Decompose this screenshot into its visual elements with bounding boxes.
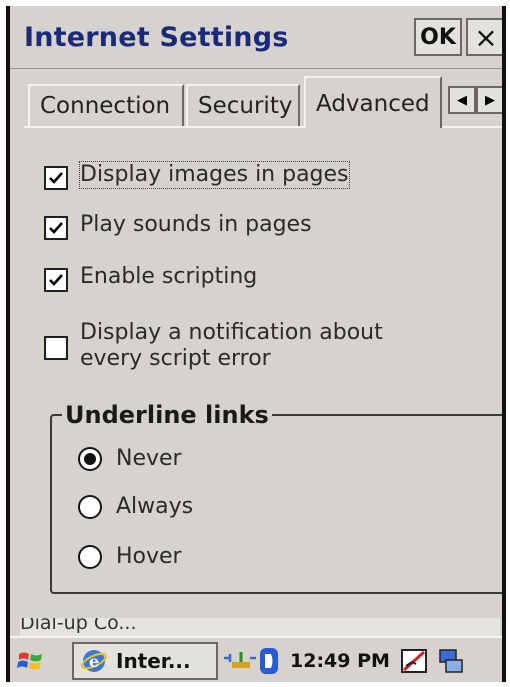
script-error-label-line2: every script error (80, 346, 271, 371)
window-title: Internet Settings (24, 22, 289, 53)
underline-links-title: Underline links (62, 401, 272, 429)
system-tray: 12:49 PM (222, 644, 464, 678)
background-window-text: Dial-up Co... (20, 618, 137, 634)
radio-option-hover[interactable]: Hover (78, 544, 182, 569)
display-images-checkbox[interactable] (44, 166, 68, 190)
active-task-label: Inter... (116, 649, 191, 673)
option-play-sounds[interactable]: Play sounds in pages (44, 212, 312, 240)
play-sounds-label: Play sounds in pages (80, 212, 312, 237)
script-error-checkbox[interactable] (44, 336, 68, 360)
desktop-switch-icon[interactable] (438, 646, 464, 676)
hover-label: Hover (116, 544, 182, 569)
arrow-right-icon: ▶ (485, 92, 495, 108)
option-enable-scripting[interactable]: Enable scripting (44, 264, 257, 292)
arrow-left-icon: ◀ (457, 92, 467, 108)
option-script-error-notification[interactable]: Display a notification about every scrip… (44, 320, 383, 372)
tab-scroll-right-button[interactable]: ▶ (476, 86, 502, 114)
checkmark-icon (49, 222, 63, 234)
tab-connection[interactable]: Connection (28, 84, 184, 126)
script-error-label: Display a notification about every scrip… (80, 320, 383, 372)
input-panel-icon[interactable] (400, 646, 430, 676)
play-sounds-checkbox[interactable] (44, 216, 68, 240)
background-window-strip: Dial-up Co... (20, 618, 500, 636)
always-label: Always (116, 494, 194, 519)
start-windows-flag-icon[interactable] (16, 646, 46, 676)
hover-radio[interactable] (78, 544, 102, 569)
enable-scripting-label: Enable scripting (80, 264, 258, 289)
title-bar: Internet Settings OK × (10, 6, 502, 69)
network-connection-icon[interactable] (222, 646, 258, 676)
tab-scroll-left-button[interactable]: ◀ (448, 86, 476, 114)
close-button[interactable]: × (466, 18, 502, 56)
option-display-images[interactable]: Display images in pages (44, 161, 350, 190)
enable-scripting-checkbox[interactable] (44, 268, 68, 292)
radio-option-never[interactable]: Never (78, 446, 182, 471)
never-radio[interactable] (78, 446, 102, 471)
checkmark-icon (49, 172, 63, 184)
tab-scroll-buttons: ◀ ▶ (448, 86, 502, 116)
tab-advanced[interactable]: Advanced (304, 76, 442, 128)
radio-option-always[interactable]: Always (78, 494, 193, 519)
bluetooth-status-icon[interactable] (258, 646, 280, 676)
svg-text:e: e (89, 652, 99, 671)
checkmark-icon (49, 274, 63, 286)
script-error-label-line1: Display a notification about (80, 320, 383, 345)
internet-explorer-task-button[interactable]: e Inter... (72, 642, 218, 680)
display-images-label: Display images in pages (79, 161, 350, 189)
taskbar-clock[interactable]: 12:49 PM (290, 650, 390, 672)
internet-explorer-icon: e (81, 650, 107, 672)
internet-settings-window: Internet Settings OK × Connection Securi… (6, 6, 506, 682)
never-label: Never (116, 446, 182, 471)
taskbar: e Inter... 12:49 PM (10, 636, 502, 682)
always-radio[interactable] (78, 494, 102, 519)
ok-button[interactable]: OK (414, 18, 462, 56)
tab-security[interactable]: Security (186, 84, 300, 126)
